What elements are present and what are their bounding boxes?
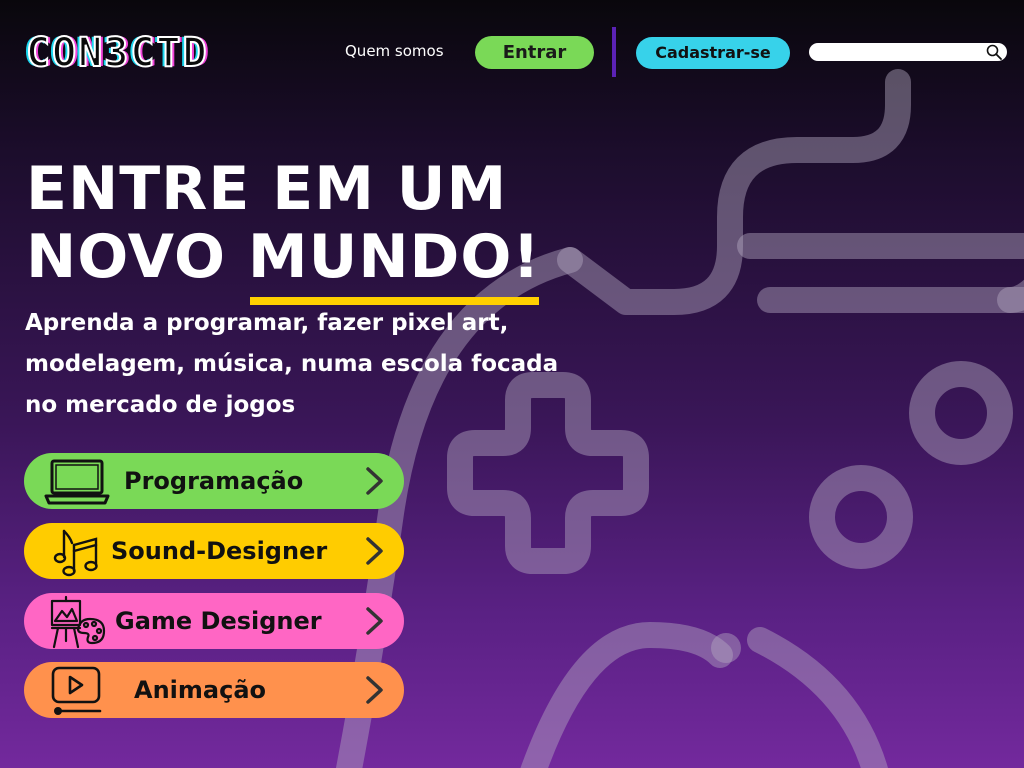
category-sound-designer-button[interactable]: Sound-Designer	[24, 523, 404, 579]
video-player-icon	[51, 666, 102, 715]
login-button[interactable]: Entrar	[475, 36, 594, 69]
hero-subtitle: Aprenda a programar, fazer pixel art, mo…	[25, 310, 559, 418]
chevron-right-icon	[366, 676, 383, 704]
search-input[interactable]	[817, 43, 977, 61]
category-programacao-button[interactable]: Programação	[24, 453, 404, 509]
chevron-right-icon	[366, 607, 383, 635]
headline-line-1: ENTRE EM UM	[26, 154, 508, 224]
category-label: Programação	[124, 467, 304, 495]
headline-highlight: MUNDO!	[247, 222, 541, 305]
header-divider	[612, 27, 616, 77]
category-label: Animação	[134, 676, 266, 704]
headline-line-2a: NOVO	[26, 222, 248, 292]
nav-about-link[interactable]: Quem somos	[345, 42, 444, 60]
signup-button[interactable]: Cadastrar-se	[636, 37, 790, 69]
category-label: Sound-Designer	[111, 537, 328, 565]
search-icon[interactable]	[986, 44, 1002, 60]
chevron-right-icon	[366, 467, 383, 495]
category-game-designer-button[interactable]: Game Designer	[24, 593, 404, 649]
music-notes-icon	[53, 529, 98, 577]
category-animacao-button[interactable]: Animação	[24, 662, 404, 718]
easel-palette-icon	[50, 595, 106, 649]
laptop-icon	[44, 459, 110, 505]
chevron-right-icon	[366, 537, 383, 565]
logo[interactable]: CON3CTD	[25, 29, 209, 77]
category-label: Game Designer	[115, 607, 322, 635]
search-bar	[809, 43, 1007, 61]
hero-headline: ENTRE EM UM NOVO MUNDO!	[26, 154, 541, 305]
